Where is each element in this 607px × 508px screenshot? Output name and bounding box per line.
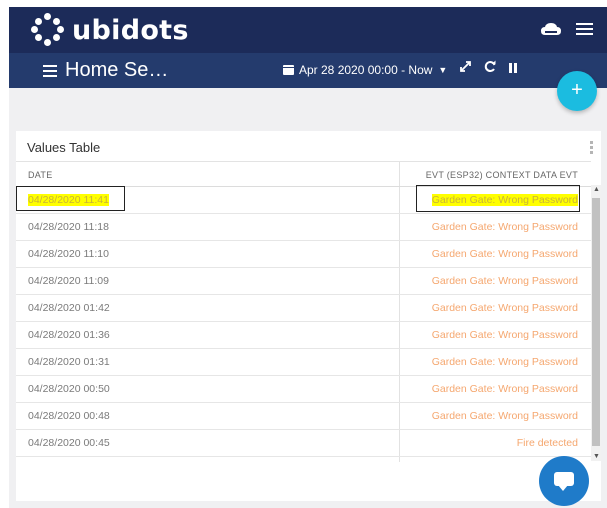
date-range-picker[interactable]: Apr 28 2020 00:00 - Now ▼ [283,63,447,77]
ubidots-dots-icon [31,13,65,47]
table-header: DATE EVT (ESP32) CONTEXT DATA EVT [16,162,591,187]
cell-date: 04/28/2020 01:31 [28,356,110,368]
scroll-down-icon[interactable]: ▼ [593,453,600,460]
table-row[interactable]: 04/28/2020 11:10 Garden Gate: Wrong Pass… [16,241,591,268]
cell-value: Fire detected [516,437,578,449]
cell-value: Garden Gate: Wrong Password [431,221,578,233]
table-row[interactable]: 04/28/2020 11:18 Garden Gate: Wrong Pass… [16,214,591,241]
chat-button[interactable] [539,456,589,506]
pause-icon[interactable] [509,63,517,73]
cell-value: Garden Gate: Wrong Password [431,248,578,260]
dashboard-toolbar: Home Se… Apr 28 2020 00:00 - Now ▼ [9,53,607,88]
add-widget-button[interactable]: + [557,71,597,111]
refresh-icon[interactable] [484,60,497,73]
date-range-label: Apr 28 2020 00:00 - Now [299,63,433,77]
values-table: DATE EVT (ESP32) CONTEXT DATA EVT 04/28/… [16,161,591,462]
logo-text: ubidots [72,14,189,46]
cell-value: Garden Gate: Wrong Password [431,383,578,395]
scroll-up-icon[interactable]: ▲ [593,186,600,193]
table-scrollbar[interactable]: ▲ ▼ [591,185,601,461]
hamburger-menu-icon[interactable] [576,23,593,35]
cell-date: 04/28/2020 01:42 [28,302,110,314]
cell-value: Garden Gate: Wrong Password [431,410,578,422]
column-header-date[interactable]: DATE [28,170,53,180]
cell-date: 04/28/2020 11:10 [28,248,109,260]
dashboard-menu-icon [43,64,57,77]
dashboard-title: Home Se… [65,59,169,81]
values-table-widget: Values Table DATE EVT (ESP32) CONTEXT DA… [16,131,601,501]
cell-value: Garden Gate: Wrong Password [431,275,578,287]
cell-date: 04/28/2020 11:41 [28,194,109,206]
table-row[interactable]: 04/28/2020 11:41 Garden Gate: Wrong Pass… [16,185,591,214]
kebab-menu-icon[interactable] [590,141,593,154]
table-row[interactable]: 04/28/2020 01:36 Garden Gate: Wrong Pass… [16,322,591,349]
cell-date: 04/28/2020 11:18 [28,221,109,233]
top-navbar: ubidots [9,7,607,53]
table-row[interactable]: 04/28/2020 00:50 Garden Gate: Wrong Pass… [16,376,591,403]
table-row[interactable]: 04/28/2020 00:48 Garden Gate: Wrong Pass… [16,403,591,430]
cell-value: Garden Gate: Wrong Password [431,194,578,206]
column-header-value[interactable]: EVT (ESP32) CONTEXT DATA EVT [426,170,578,180]
table-row[interactable]: 04/28/2020 00:45 Fire detected [16,430,591,457]
cell-date: 04/28/2020 00:45 [28,437,110,449]
table-row[interactable]: 04/28/2020 01:31 Garden Gate: Wrong Pass… [16,349,591,376]
cell-date: 04/28/2020 11:09 [28,275,109,287]
app-frame: ubidots Home Se… Apr 28 2020 00:00 - Now… [9,7,607,508]
expand-icon[interactable] [459,60,472,73]
scrollbar-thumb[interactable] [592,198,600,446]
cell-date: 04/28/2020 00:50 [28,383,110,395]
cell-date: 04/28/2020 00:48 [28,410,110,422]
dashboard-selector[interactable]: Home Se… [43,59,168,82]
logo[interactable]: ubidots [31,13,189,47]
cloud-icon[interactable] [540,21,562,37]
cell-date: 04/28/2020 01:36 [28,329,110,341]
cell-value: Garden Gate: Wrong Password [431,329,578,341]
cell-value: Garden Gate: Wrong Password [431,356,578,368]
caret-down-icon: ▼ [438,65,448,75]
table-row[interactable]: 04/28/2020 01:42 Garden Gate: Wrong Pass… [16,295,591,322]
cell-value: Garden Gate: Wrong Password [431,302,578,314]
chat-icon [554,472,574,486]
table-row[interactable]: 04/28/2020 11:09 Garden Gate: Wrong Pass… [16,268,591,295]
calendar-icon [283,65,294,75]
widget-title: Values Table [27,140,101,155]
